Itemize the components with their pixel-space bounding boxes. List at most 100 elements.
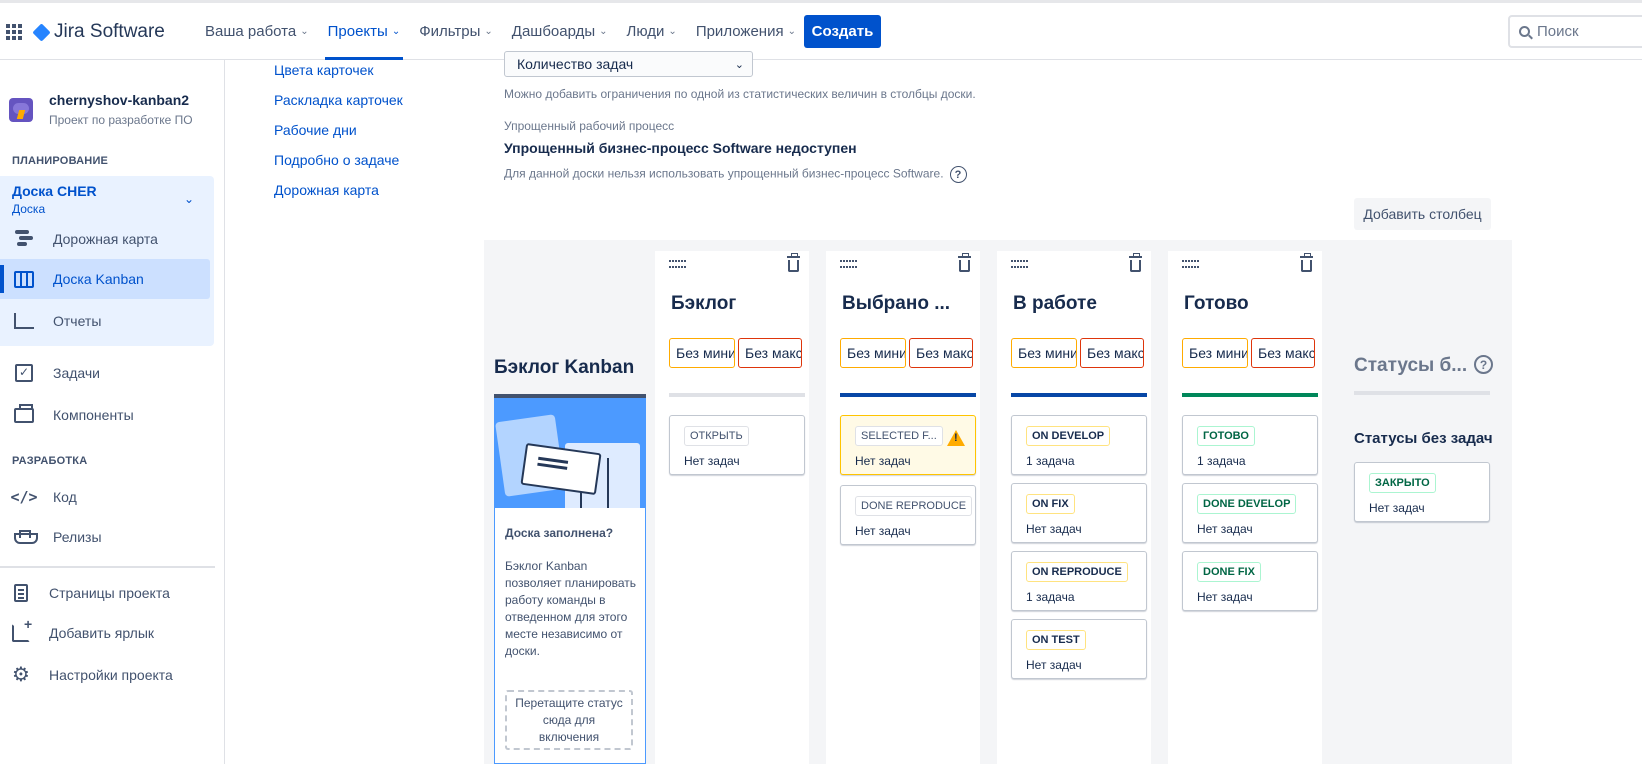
column-title[interactable]: В работе [1013,293,1097,315]
column-title[interactable]: Готово [1184,293,1249,315]
sidebar-item-code[interactable]: </> Код [0,477,210,517]
settings-link-roadmap[interactable]: Дорожная карта [274,182,379,198]
nav-dashboards-label: Дашбоарды [511,23,596,40]
status-count: 1 задача [1026,590,1075,604]
column-title[interactable]: Бэклог [671,293,736,315]
sidebar-item-label: Отчеты [53,313,102,329]
min-limit-input[interactable]: Без минимума [1011,338,1077,368]
max-limit-input[interactable]: Без максимума [738,338,802,368]
nav-your-work-label: Ваша работа [205,23,297,40]
help-icon[interactable]: ? [1474,355,1493,374]
status-card[interactable]: SELECTED F... Нет задач [840,415,976,475]
status-lozenge: DONE DEVELOP [1197,494,1297,514]
unmapped-statuses-subtitle: Статусы без задач [1354,430,1493,447]
board-selector[interactable]: Доска CHER Доска [12,183,97,216]
status-card[interactable]: ON FIX Нет задач [1011,483,1147,543]
project-header[interactable]: chernyshov-kanban2 Проект по разработке … [9,92,193,127]
status-lozenge: DONE REPRODUCE [855,496,973,516]
status-card[interactable]: ON DEVELOP 1 задача [1011,415,1147,475]
nav-your-work[interactable]: Ваша работа ⌄ [200,3,314,60]
sidebar-item-project-pages[interactable]: Страницы проекта [0,573,210,613]
workflow-hint: Для данной доски нельзя использовать упр… [504,166,944,181]
max-limit-input[interactable]: Без максимума [1080,338,1144,368]
add-column-button[interactable]: Добавить столбец [1354,198,1491,230]
sidebar-item-tasks[interactable]: ✓ Задачи [0,353,210,393]
trash-icon[interactable] [958,253,971,272]
sidebar-item-label: Дорожная карта [53,231,158,247]
trash-icon[interactable] [1129,253,1142,272]
nav-people-label: Люди [626,23,665,40]
board-column[interactable]: В работе Без минимума Без максимума ON D… [997,251,1151,764]
drag-handle-icon[interactable] [1011,260,1029,270]
status-lozenge: ON TEST [1026,630,1086,650]
product-name: Jira Software [54,21,165,42]
board-column[interactable]: Выбрано ... Без минимума Без максимума S… [826,251,980,764]
max-limit-input[interactable]: Без максимума [1251,338,1315,368]
status-count: Нет задач [1026,658,1082,672]
sidebar-item-roadmap[interactable]: Дорожная карта [0,219,210,259]
drag-handle-icon[interactable] [669,260,687,270]
nav-projects-label: Проекты [327,23,388,40]
chevron-down-icon: ⌄ [484,26,493,37]
unmapped-statuses-bar [1354,391,1490,395]
status-count: Нет задач [1369,501,1425,515]
unmapped-statuses-column: Статусы б... ? Статусы без задач ЗАКРЫТО… [1354,240,1494,764]
jira-logo[interactable]: Jira Software [32,21,165,43]
sidebar-item-reports[interactable]: Отчеты [0,301,210,341]
status-lozenge: ГОТОВО [1197,426,1255,446]
status-card[interactable]: ЗАКРЫТО Нет задач [1354,462,1490,522]
settings-link-card-colors[interactable]: Цвета карточек [274,62,374,78]
status-drop-zone[interactable]: Перетащите статус сюда для включения [505,690,633,750]
column-title[interactable]: Выбрано ... [842,293,950,315]
backlog-illustration [495,398,645,508]
workflow-title: Упрощенный бизнес-процесс Software недос… [504,140,857,156]
column-status-bar [840,393,976,397]
column-constraint-select[interactable]: Количество задач ⌄ [504,51,753,77]
min-limit-input[interactable]: Без минимума [840,338,906,368]
create-button[interactable]: Создать [804,15,881,48]
status-card[interactable]: DONE FIX Нет задач [1182,551,1318,611]
backlog-description: Бэклог Kanban позволяет планировать рабо… [505,559,637,658]
chevron-down-icon: ⌄ [668,26,677,37]
nav-projects[interactable]: Проекты ⌄ [323,3,406,60]
nav-filters[interactable]: Фильтры ⌄ [414,3,498,60]
drag-handle-icon[interactable] [840,260,858,270]
settings-link-working-days[interactable]: Рабочие дни [274,122,357,138]
status-count: Нет задач [855,524,911,538]
ship-icon [14,527,38,547]
drag-handle-icon[interactable] [1182,260,1200,270]
status-card[interactable]: ON TEST Нет задач [1011,619,1147,679]
status-lozenge: ОТКРЫТЬ [684,426,749,446]
board-column[interactable]: Готово Без минимума Без максимума ГОТОВО… [1168,251,1322,764]
sidebar-item-label: Доска Kanban [53,271,144,287]
app-switcher-icon[interactable] [6,24,22,40]
status-card[interactable]: ГОТОВО 1 задача [1182,415,1318,475]
sidebar-item-project-settings[interactable]: ⚙ Настройки проекта [0,655,210,695]
settings-link-issue-detail[interactable]: Подробно о задаче [274,152,399,168]
project-sidebar: chernyshov-kanban2 Проект по разработке … [0,60,225,764]
sidebar-item-releases[interactable]: Релизы [0,517,210,557]
min-limit-input[interactable]: Без минимума [1182,338,1248,368]
trash-icon[interactable] [1300,253,1313,272]
sidebar-item-label: Настройки проекта [49,667,173,683]
status-count: Нет задач [1197,522,1253,536]
settings-link-card-layout[interactable]: Раскладка карточек [274,92,403,108]
chevron-down-icon[interactable]: ⌄ [184,192,194,206]
status-card[interactable]: ON REPRODUCE 1 задача [1011,551,1147,611]
column-status-bar [1182,393,1318,397]
board-column[interactable]: Бэклог Без минимума Без максимума ОТКРЫТ… [655,251,809,764]
sidebar-item-kanban[interactable]: Доска Kanban [0,259,210,299]
help-icon[interactable]: ? [949,166,967,183]
status-card[interactable]: DONE DEVELOP Нет задач [1182,483,1318,543]
max-limit-input[interactable]: Без максимума [909,338,973,368]
status-card[interactable]: ОТКРЫТЬ Нет задач [669,415,805,475]
trash-icon[interactable] [787,253,800,272]
sidebar-item-add-shortcut[interactable]: Добавить ярлык [0,613,210,653]
chevron-down-icon: ⌄ [391,26,401,37]
sidebar-item-label: Добавить ярлык [49,625,155,641]
min-limit-input[interactable]: Без минимума [669,338,735,368]
status-card[interactable]: DONE REPRODUCE Нет задач [840,485,976,545]
sidebar-item-components[interactable]: Компоненты [0,395,210,435]
status-count: Нет задач [1197,590,1253,604]
search-input[interactable]: Поиск [1508,15,1642,48]
